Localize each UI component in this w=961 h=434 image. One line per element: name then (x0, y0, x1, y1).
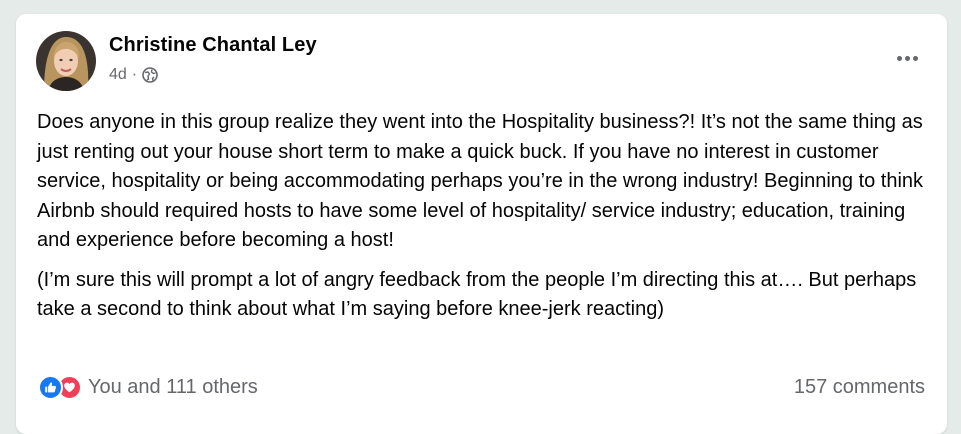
post-card: Christine Chantal Ley 4d · Does anyone i… (16, 14, 947, 434)
reaction-icons (38, 374, 82, 400)
post-body: Does anyone in this group realize they w… (37, 108, 932, 325)
more-options-button[interactable] (889, 44, 925, 72)
globe-icon[interactable] (142, 67, 158, 83)
author-name[interactable]: Christine Chantal Ley (109, 34, 317, 57)
post-footer: You and 111 others 157 comments (38, 372, 925, 402)
post-paragraph: Does anyone in this group realize they w… (37, 111, 924, 251)
post-paragraph: (I’m sure this will prompt a lot of angr… (37, 268, 917, 321)
meta-separator: · (131, 66, 138, 83)
more-dot (904, 55, 910, 61)
avatar[interactable] (36, 31, 96, 91)
post-timestamp[interactable]: 4d (109, 66, 127, 84)
more-dot (912, 55, 918, 61)
like-icon (38, 374, 63, 400)
post-meta: 4d · (109, 66, 158, 84)
reactions-summary[interactable]: You and 111 others (38, 374, 258, 400)
comments-count[interactable]: 157 comments (794, 376, 925, 399)
avatar-image (36, 31, 96, 91)
more-dot (896, 55, 902, 61)
reactions-text[interactable]: You and 111 others (88, 376, 258, 399)
